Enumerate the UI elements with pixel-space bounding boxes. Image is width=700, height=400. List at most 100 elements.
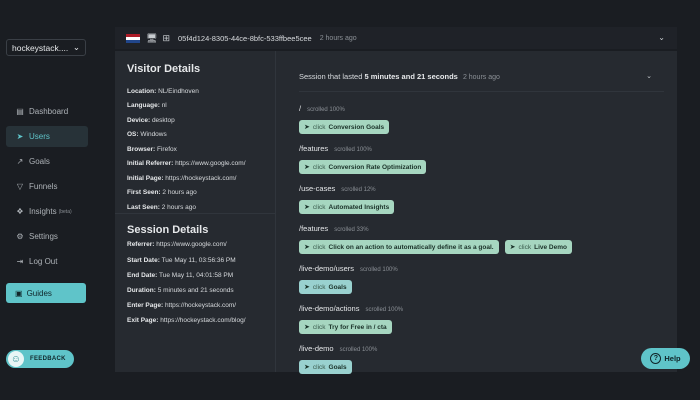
page-path: / [299,104,302,113]
trend-icon: ↗ [16,157,24,166]
bars-icon: ▤ [16,107,24,116]
visitor-time: 2 hours ago [319,34,357,42]
session-duration-value: 5 minutes and 21 seconds [364,72,458,81]
action-chip[interactable]: ➤ click Click on an action to automaticall… [299,240,499,254]
chevron-down-icon[interactable]: ⌄ [646,72,652,80]
flag-stripe-blue [126,39,140,43]
sidebar-nav: ▤ Dashboard ➤ Users ↗ Goals ▽ Funnels ❖ Insig… [6,101,88,276]
sidebar-item-label: Settings [29,232,58,241]
sidebar-item-label: Goals [29,157,50,166]
page-visit: /features scrolled 100% ➤ click Conversion … [299,138,427,174]
cursor-icon: ➤ [304,124,310,131]
workspace-name: hockeystack.... [12,42,69,53]
action-chip[interactable]: ➤ click Conversion Goals [299,120,390,134]
scroll-depth: scrolled 100% [307,107,345,113]
sidebar-item-insights[interactable]: ❖ Insights (beta) [6,201,88,222]
action-chip[interactable]: ➤ click Automated Insights [299,200,395,214]
session-summary[interactable]: Session that lasted 5 minutes and 21 sec… [299,72,500,81]
visitor-id: 05f4d124-8305-44ce-8bfc-533ffbee5cee [177,33,312,43]
page-visit: /live-demo/actions scrolled 100% ➤ click Tr… [299,298,403,334]
visitor-os: OS: Windows [127,131,167,138]
sidebar-item-goals[interactable]: ↗ Goals [6,151,88,172]
chevron-down-icon[interactable]: ⌄ [658,33,665,42]
cursor-icon: ➤ [304,244,310,251]
beta-badge: (beta) [58,208,72,215]
visitor-location: Location: NL/Eindhoven [127,88,199,95]
page-path: /live-demo/actions [299,304,360,313]
visitor-details-title: Visitor Details [127,63,201,75]
visitor-device: Device: desktop [127,117,175,124]
session-duration: Duration: 5 minutes and 21 seconds [127,287,234,294]
session-exit-page: Exit Page: https://hockeystack.com/blog/ [127,317,246,324]
scroll-depth: scrolled 100% [339,347,378,353]
divider [115,213,275,214]
page-visit: /features scrolled 33% ➤ click Click on an … [299,218,572,254]
action-chip[interactable]: ➤ click Live Demo [504,240,572,254]
help-label: Help [664,354,681,363]
page-path: /features [299,224,329,233]
feedback-button[interactable]: ☺ FEEDBACK [6,350,74,368]
scroll-depth: scrolled 100% [360,267,398,273]
session-start-date: Start Date: Tue May 11, 03:56:36 PM [127,257,236,264]
sidebar-item-funnels[interactable]: ▽ Funnels [6,176,88,197]
page-path: /live-demo [299,344,334,353]
session-details-title: Session Details [127,224,209,236]
details-column: Visitor Details Location: NL/Eindhoven L… [115,51,275,372]
action-chip[interactable]: ➤ click Goals [299,360,352,374]
guides-button[interactable]: ▣ Guides [6,283,86,303]
cursor-icon: ➤ [304,324,310,331]
chevron-down-icon: ⌄ [72,42,80,52]
session-referrer: Referrer: https://www.google.com/ [127,241,227,248]
feedback-label: FEEDBACK [30,356,66,362]
scroll-depth: scrolled 33% [334,227,369,233]
session-timeline: Session that lasted 5 minutes and 21 sec… [299,51,664,374]
action-chip[interactable]: ➤ click Conversion Rate Optimization [299,160,427,174]
page-visit: / scrolled 100% ➤ click Conversion Goals [299,98,390,134]
gear-icon: ⚙ [16,232,24,241]
session-enter-page: Enter Page: https://hockeystack.com/ [127,302,237,309]
page-path: /features [299,144,329,153]
page-path: /use-cases [299,184,336,193]
action-chip[interactable]: ➤ click Goals [299,280,352,294]
visitor-initial-referrer: Initial Referrer: https://www.google.com… [127,160,246,167]
action-chip[interactable]: ➤ click Try for Free in / cta [299,320,392,334]
page-path: /live-demo/users [299,264,355,273]
column-separator [275,51,276,372]
page-visit: /use-cases scrolled 12% ➤ click Automated I… [299,178,395,214]
scroll-depth: scrolled 100% [334,147,372,153]
scroll-depth: scrolled 100% [365,307,404,313]
sidebar-item-users[interactable]: ➤ Users [6,126,88,147]
cursor-icon: ➤ [304,364,310,371]
visitor-browser: Browser: Firefox [127,146,177,153]
paper-plane-icon: ➤ [16,132,24,141]
question-icon: ? [650,353,662,364]
workspace-select[interactable]: hockeystack.... ⌄ [6,39,86,56]
sidebar-item-label: Funnels [29,182,58,191]
cursor-icon: ➤ [304,204,310,211]
logout-icon: ⇥ [16,257,24,266]
sidebar-item-label: Log Out [29,257,58,266]
help-button[interactable]: ? Help [641,348,690,369]
guides-label: Guides [26,288,52,298]
visitor-header[interactable]: 🖥 ⊞ 05f4d124-8305-44ce-8bfc-533ffbee5cee… [115,27,677,49]
sidebar-item-label: Dashboard [29,107,69,116]
divider [299,91,664,92]
sidebar-item-logout[interactable]: ⇥ Log Out [6,251,88,272]
session-end-date: End Date: Tue May 11, 04:01:58 PM [127,272,234,279]
cursor-icon: ➤ [304,284,310,291]
page-visit: /live-demo/users scrolled 100% ➤ click Goal… [299,258,398,294]
sidebar-item-settings[interactable]: ⚙ Settings [6,226,88,247]
visitor-first-seen: First Seen: 2 hours ago [127,189,197,196]
sidebar-item-label: Users [29,132,50,141]
main-panel: Visitor Details Location: NL/Eindhoven L… [115,51,677,374]
cursor-icon: ➤ [509,244,516,251]
visitor-initial-page: Initial Page: https://hockeystack.com/ [127,175,237,182]
sidebar-item-dashboard[interactable]: ▤ Dashboard [6,101,88,122]
funnel-icon: ▽ [16,182,24,191]
netherlands-flag-icon [126,33,140,43]
sidebar-item-label: Insights [29,207,57,216]
windows-icon: ⊞ [162,32,170,43]
book-icon: ▣ [15,288,23,298]
visitor-last-seen: Last Seen: 2 hours ago [127,204,197,211]
sidebar: hockeystack.... ⌄ ▤ Dashboard ➤ Users ↗ Goa… [0,0,100,400]
